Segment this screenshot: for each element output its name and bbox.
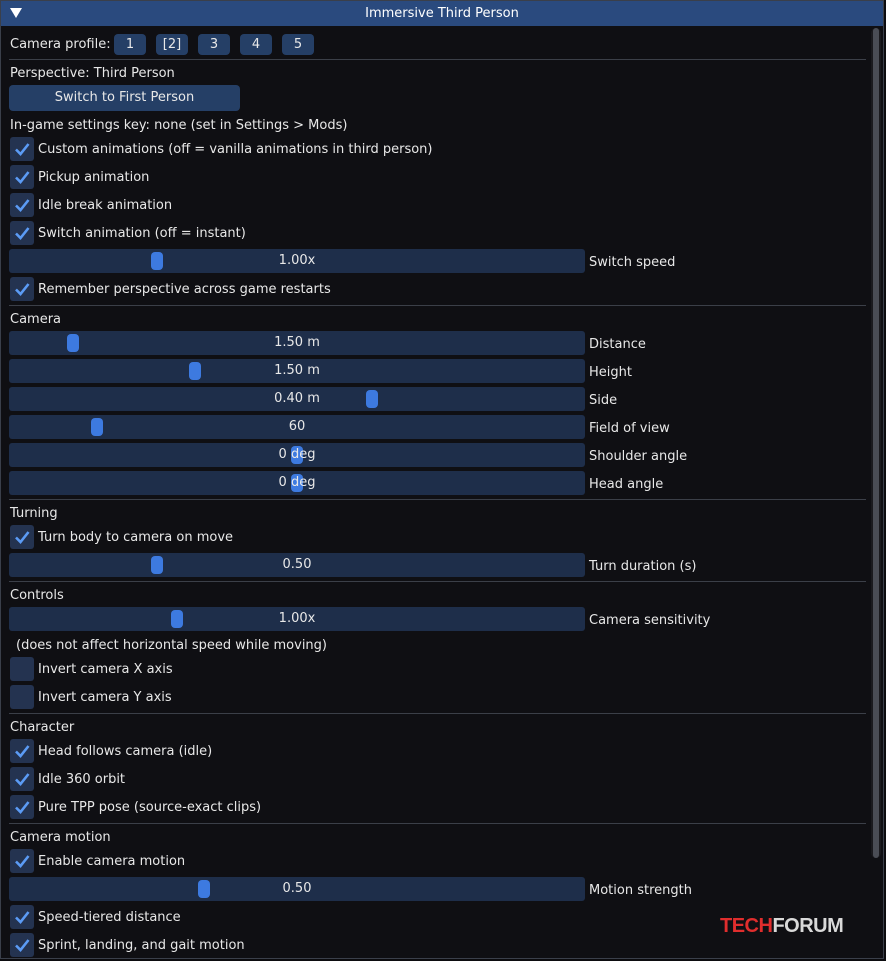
distance-slider[interactable]: 1.50 m [9, 331, 585, 355]
profile-button-1[interactable]: 1 [114, 34, 146, 55]
invert-x-label: Invert camera X axis [38, 662, 173, 677]
switch-speed-label: Switch speed [589, 255, 676, 270]
slider-value: 0.40 m [274, 391, 320, 406]
camera-sensitivity-label: Camera sensitivity [589, 613, 711, 628]
motion-strength-label: Motion strength [589, 883, 692, 898]
separator [9, 581, 866, 582]
vertical-scrollbar[interactable] [871, 28, 881, 858]
turn-body-checkbox[interactable] [10, 525, 34, 549]
camera-sensitivity-slider[interactable]: 1.00x [9, 607, 585, 631]
fov-label: Field of view [589, 421, 670, 436]
switch-speed-slider[interactable]: 1.00x [9, 249, 585, 273]
custom-animations-checkbox[interactable] [10, 137, 34, 161]
invert-x-checkbox[interactable] [10, 657, 34, 681]
slider-value: 1.00x [278, 611, 316, 626]
sprint-motion-label: Sprint, landing, and gait motion [38, 938, 245, 953]
remember-perspective-label: Remember perspective across game restart… [38, 282, 331, 297]
custom-animations-label: Custom animations (off = vanilla animati… [38, 142, 433, 157]
watermark-part1: TECH [720, 915, 773, 937]
speed-tiered-checkbox[interactable] [10, 905, 34, 929]
scrollbar-thumb[interactable] [873, 28, 879, 858]
separator [9, 713, 866, 714]
sensitivity-note: (does not affect horizontal speed while … [16, 638, 327, 653]
settings-content: Camera profile: 1 [2] 3 4 5 Perspective:… [1, 26, 883, 960]
slider-value: 0.50 [282, 557, 312, 572]
profile-button-4[interactable]: 4 [240, 34, 272, 55]
head-follows-label: Head follows camera (idle) [38, 744, 213, 759]
camera-profile-label: Camera profile: [10, 37, 111, 52]
separator [9, 823, 866, 824]
watermark-part2: FORUM [772, 915, 844, 937]
separator [9, 305, 866, 306]
pure-tpp-checkbox[interactable] [10, 795, 34, 819]
head-angle-label: Head angle [589, 477, 664, 492]
enable-motion-checkbox[interactable] [10, 849, 34, 873]
idle-orbit-checkbox[interactable] [10, 767, 34, 791]
controls-header: Controls [10, 588, 64, 603]
pickup-animation-checkbox[interactable] [10, 165, 34, 189]
slider-value: 0 deg [278, 447, 316, 462]
settings-key-text: In-game settings key: none (set in Setti… [10, 118, 348, 133]
remember-perspective-checkbox[interactable] [10, 277, 34, 301]
character-header: Character [10, 720, 75, 735]
height-slider[interactable]: 1.50 m [9, 359, 585, 383]
sprint-motion-checkbox[interactable] [10, 933, 34, 957]
side-slider[interactable]: 0.40 m [9, 387, 585, 411]
turn-body-label: Turn body to camera on move [38, 530, 234, 545]
camera-motion-header: Camera motion [10, 830, 111, 845]
slider-value: 1.50 m [274, 335, 320, 350]
head-follows-checkbox[interactable] [10, 739, 34, 763]
pickup-animation-label: Pickup animation [38, 170, 150, 185]
title-bar[interactable]: Immersive Third Person [1, 1, 883, 26]
window-title: Immersive Third Person [365, 6, 519, 21]
enable-motion-label: Enable camera motion [38, 854, 186, 869]
idle-break-checkbox[interactable] [10, 193, 34, 217]
mod-settings-window: Immersive Third Person Camera profile: 1… [0, 0, 884, 959]
perspective-label: Perspective: Third Person [10, 66, 175, 81]
switch-animation-checkbox[interactable] [10, 221, 34, 245]
slider-value: 60 [288, 419, 306, 434]
turn-duration-slider[interactable]: 0.50 [9, 553, 585, 577]
switch-animation-label: Switch animation (off = instant) [38, 226, 246, 241]
shoulder-angle-slider[interactable]: 0 deg [9, 443, 585, 467]
slider-value: 0 deg [278, 475, 316, 490]
separator [9, 499, 866, 500]
invert-y-checkbox[interactable] [10, 685, 34, 709]
slider-value: 0.50 [282, 881, 312, 896]
fov-slider[interactable]: 60 [9, 415, 585, 439]
pure-tpp-label: Pure TPP pose (source-exact clips) [38, 800, 262, 815]
idle-break-label: Idle break animation [38, 198, 173, 213]
camera-header: Camera [10, 312, 62, 327]
turn-duration-label: Turn duration (s) [589, 559, 697, 574]
motion-strength-slider[interactable]: 0.50 [9, 877, 585, 901]
profile-button-5[interactable]: 5 [282, 34, 314, 55]
side-label: Side [589, 393, 618, 408]
idle-orbit-label: Idle 360 orbit [38, 772, 126, 787]
separator [9, 59, 866, 60]
invert-y-label: Invert camera Y axis [38, 690, 172, 705]
slider-value: 1.50 m [274, 363, 320, 378]
profile-button-3[interactable]: 3 [198, 34, 230, 55]
head-angle-slider[interactable]: 0 deg [9, 471, 585, 495]
watermark-logo: TECHFORUM [720, 915, 844, 938]
turning-header: Turning [10, 506, 58, 521]
shoulder-angle-label: Shoulder angle [589, 449, 688, 464]
slider-value: 1.00x [278, 253, 316, 268]
profile-button-2[interactable]: [2] [156, 34, 188, 55]
switch-first-person-button[interactable]: Switch to First Person [9, 85, 240, 111]
height-label: Height [589, 365, 632, 380]
speed-tiered-label: Speed-tiered distance [38, 910, 181, 925]
distance-label: Distance [589, 337, 646, 352]
